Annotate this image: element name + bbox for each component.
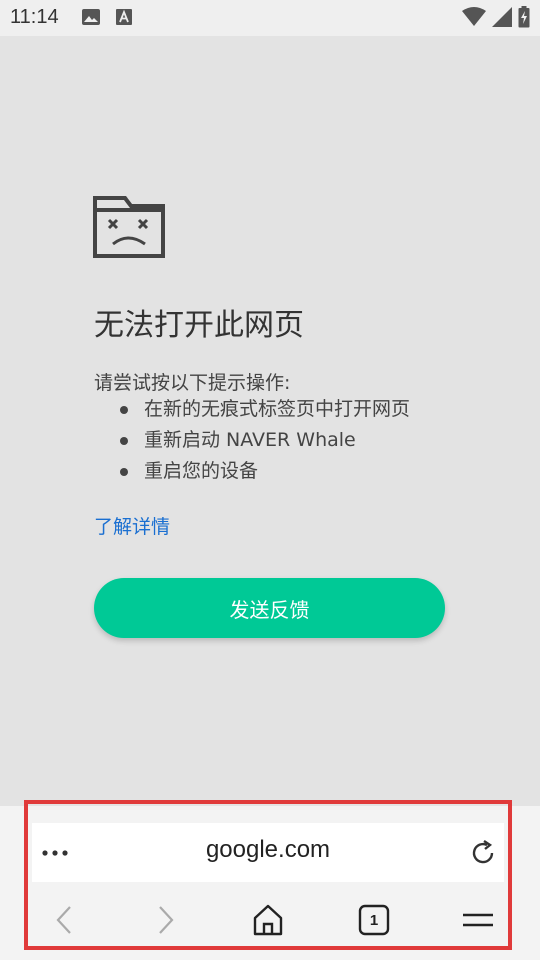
more-horizontal-icon[interactable] — [40, 838, 70, 868]
send-feedback-button[interactable]: 发送反馈 — [94, 578, 445, 638]
status-time: 11:14 — [10, 6, 59, 28]
suggestion-item: 在新的无痕式标签页中打开网页 — [120, 394, 410, 425]
menu-icon[interactable] — [458, 900, 498, 940]
image-icon — [82, 8, 100, 30]
tab-count-button[interactable]: 1 — [354, 900, 394, 940]
suggestions-list: 在新的无痕式标签页中打开网页 重新启动 NAVER Whale 重启您的设备 — [120, 394, 410, 487]
reload-icon[interactable] — [466, 836, 500, 870]
suggestions-intro: 请尝试按以下提示操作: — [94, 372, 291, 394]
signal-icon — [492, 7, 512, 31]
suggestion-item: 重新启动 NAVER Whale — [120, 425, 410, 456]
url-text[interactable]: google.com — [140, 836, 396, 864]
chevron-left-icon[interactable] — [44, 900, 84, 940]
error-title: 无法打开此网页 — [94, 308, 304, 343]
home-icon[interactable] — [248, 900, 288, 940]
learn-more-link[interactable]: 了解详情 — [94, 512, 170, 539]
tab-count: 1 — [369, 911, 379, 929]
sad-folder-icon — [93, 196, 165, 262]
battery-charging-icon — [518, 6, 530, 32]
wifi-icon — [462, 7, 486, 31]
text-a-icon — [116, 8, 132, 30]
suggestion-item: 重启您的设备 — [120, 456, 410, 487]
status-bar: 11:14 — [0, 0, 540, 36]
chevron-right-icon[interactable] — [146, 900, 186, 940]
